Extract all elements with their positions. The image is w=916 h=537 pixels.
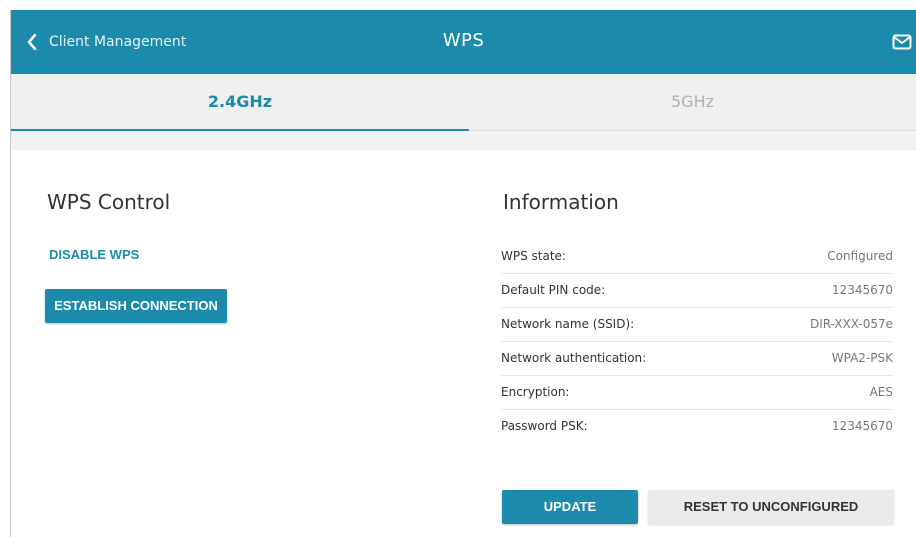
- info-value: Configured: [827, 249, 893, 263]
- info-value: AES: [869, 385, 893, 399]
- info-label: Network name (SSID):: [501, 317, 635, 331]
- info-label: Encryption:: [501, 385, 570, 399]
- establish-connection-button[interactable]: ESTABLISH CONNECTION: [45, 289, 227, 323]
- update-button[interactable]: UPDATE: [502, 490, 638, 524]
- page-title: WPS: [442, 30, 485, 51]
- reset-to-unconfigured-button[interactable]: RESET TO UNCONFIGURED: [648, 490, 894, 524]
- tab-5ghz[interactable]: 5GHz: [469, 74, 916, 130]
- info-value: WPA2-PSK: [831, 351, 893, 365]
- info-label: Default PIN code:: [501, 283, 606, 297]
- info-row-ssid: Network name (SSID): DIR-XXX-057e: [501, 308, 893, 342]
- info-row-wps-state: WPS state: Configured: [501, 240, 893, 274]
- tab-2-4ghz[interactable]: 2.4GHz: [11, 74, 469, 131]
- info-row-authentication: Network authentication: WPA2-PSK: [501, 342, 893, 376]
- info-row-pin-code: Default PIN code: 12345670: [501, 274, 893, 308]
- mail-icon[interactable]: [892, 34, 912, 54]
- top-header: Client Management WPS: [11, 10, 916, 74]
- information-title: Information: [503, 190, 619, 214]
- band-tabs: 2.4GHz 5GHz: [11, 74, 916, 131]
- main-content: WPS Control DISABLE WPS ESTABLISH CONNEC…: [11, 150, 916, 537]
- wps-control-title: WPS Control: [47, 190, 171, 214]
- disable-wps-button[interactable]: DISABLE WPS: [49, 247, 139, 262]
- information-table: WPS state: Configured Default PIN code: …: [501, 240, 893, 443]
- info-label: Network authentication:: [501, 351, 647, 365]
- info-value: 12345670: [831, 419, 893, 433]
- info-label: Password PSK:: [501, 419, 588, 433]
- info-value: DIR-XXX-057e: [809, 317, 893, 331]
- info-value: 12345670: [831, 283, 893, 297]
- info-row-password-psk: Password PSK: 12345670: [501, 410, 893, 443]
- info-label: WPS state:: [501, 249, 566, 263]
- info-row-encryption: Encryption: AES: [501, 376, 893, 410]
- app-frame: Client Management WPS 2.4GHz 5GHz WPS Co…: [10, 10, 916, 537]
